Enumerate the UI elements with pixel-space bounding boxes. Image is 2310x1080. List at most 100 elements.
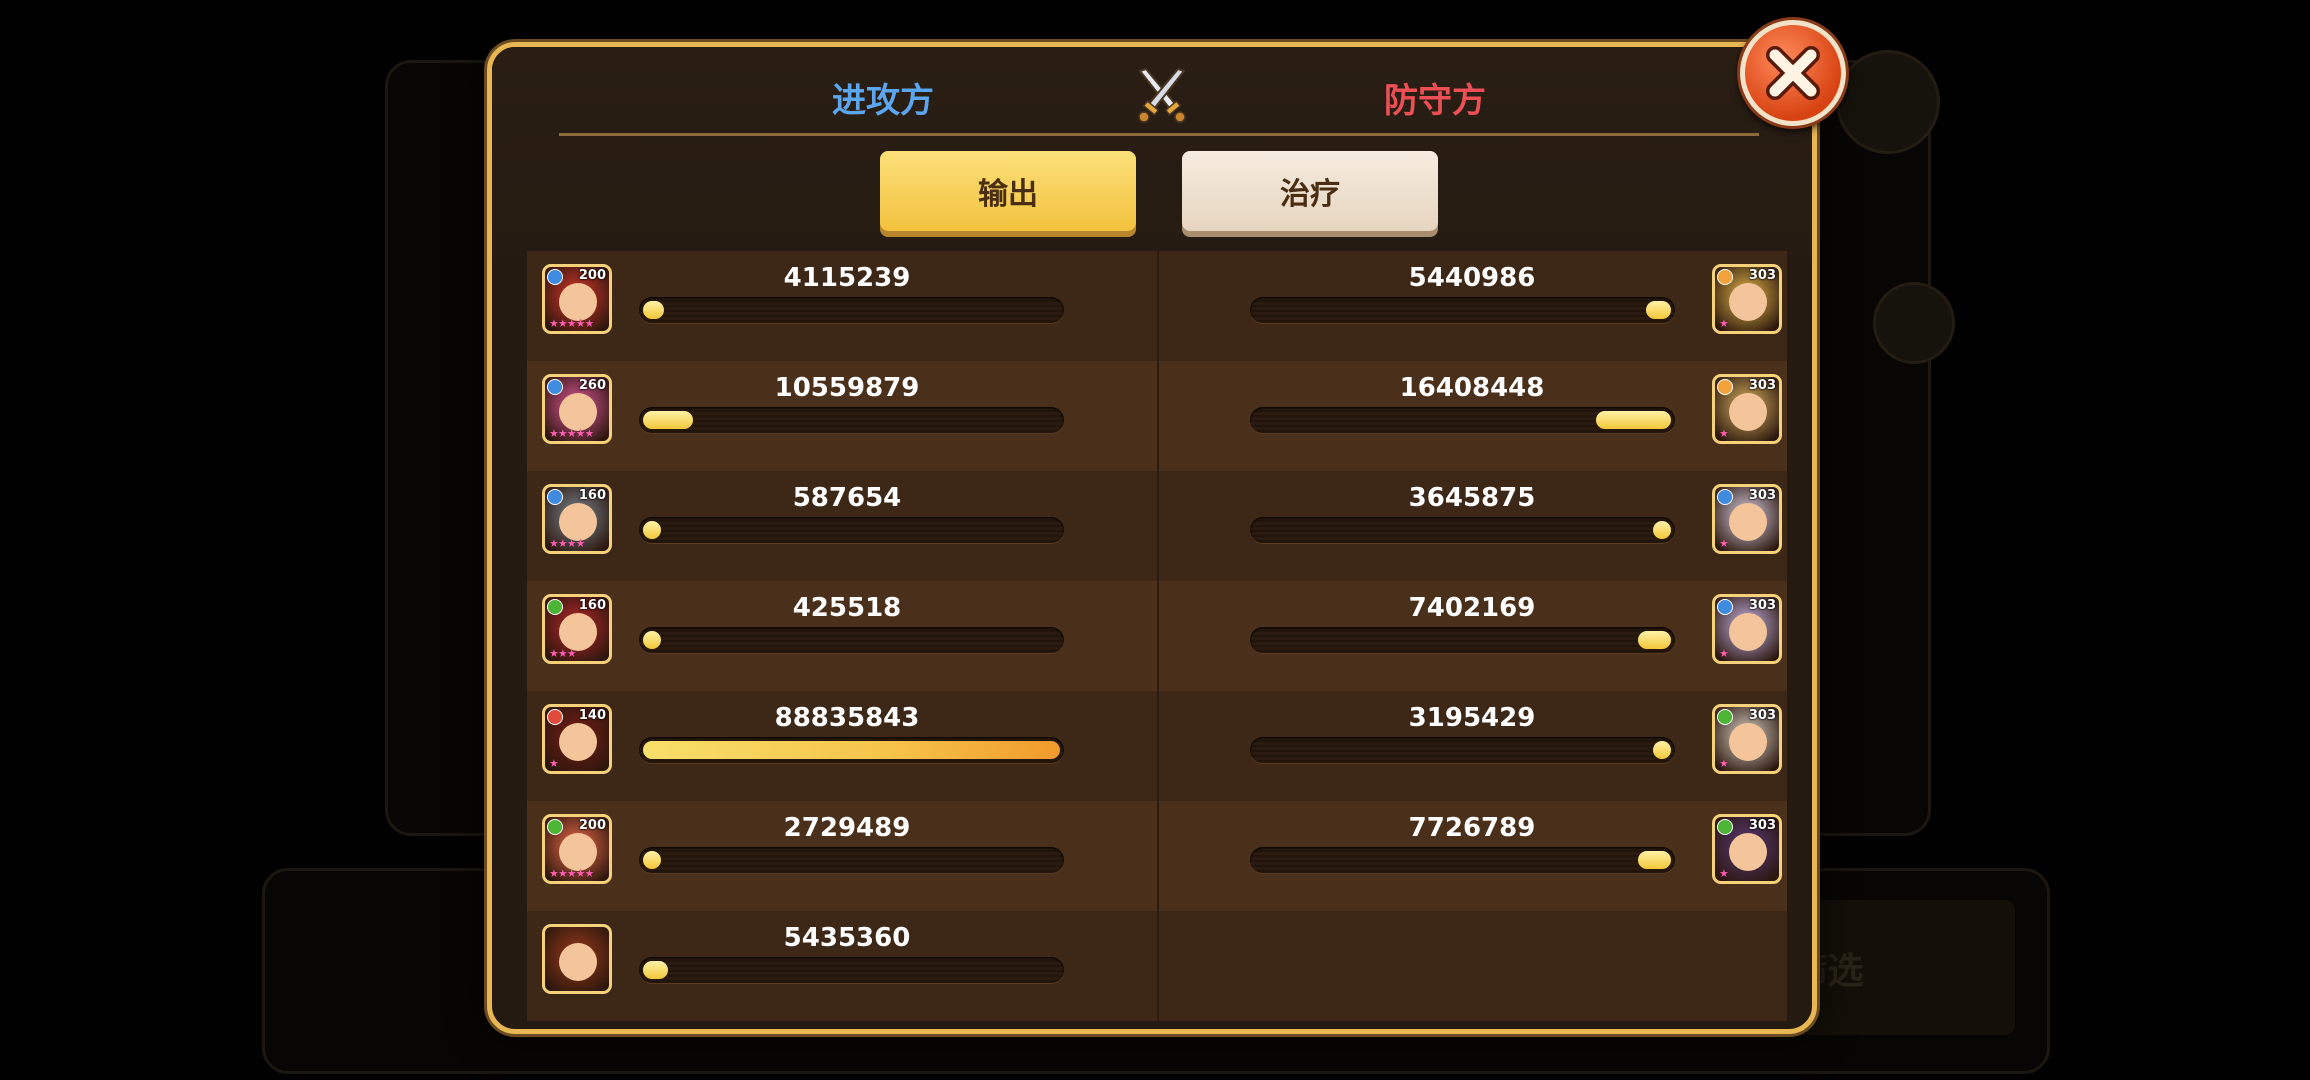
hero-portrait bbox=[1729, 283, 1767, 321]
hero-avatar[interactable] bbox=[542, 924, 612, 994]
hero-avatar[interactable]: 303 ★ bbox=[1712, 484, 1782, 554]
hero-stars: ★★★★★ bbox=[549, 427, 594, 440]
damage-bar bbox=[1250, 627, 1675, 653]
hero-portrait bbox=[559, 503, 597, 541]
damage-bar-fill bbox=[1638, 851, 1671, 869]
faction-icon bbox=[1717, 379, 1733, 395]
hero-portrait bbox=[1729, 833, 1767, 871]
hero-avatar[interactable]: 200 ★★★★★ bbox=[542, 264, 612, 334]
hero-portrait bbox=[559, 723, 597, 761]
faction-icon bbox=[1717, 819, 1733, 835]
hero-level: 303 bbox=[1748, 818, 1776, 833]
damage-bar bbox=[639, 627, 1064, 653]
damage-bar bbox=[1250, 737, 1675, 763]
damage-value: 10559879 bbox=[774, 373, 920, 403]
hero-stars: ★ bbox=[1719, 537, 1729, 550]
hero-avatar[interactable]: 160 ★★★ bbox=[542, 594, 612, 664]
damage-bar bbox=[639, 407, 1064, 433]
hero-avatar[interactable]: 303 ★ bbox=[1712, 264, 1782, 334]
faction-icon bbox=[547, 599, 563, 615]
damage-bar-fill bbox=[643, 631, 661, 649]
crossed-swords-icon bbox=[1138, 67, 1186, 123]
hero-portrait bbox=[1729, 503, 1767, 541]
damage-bar bbox=[639, 957, 1064, 983]
attacker-entry: 260 ★★★★★ 10559879 bbox=[527, 361, 1157, 471]
hero-portrait bbox=[559, 943, 597, 981]
hero-avatar[interactable]: 260 ★★★★★ bbox=[542, 374, 612, 444]
damage-value: 3195429 bbox=[1408, 703, 1536, 733]
attacker-entry: 140 ★ 88835843 bbox=[527, 691, 1157, 801]
faction-icon bbox=[547, 819, 563, 835]
damage-bar-fill bbox=[1646, 301, 1671, 319]
background-list-icon bbox=[1873, 282, 1955, 364]
column-divider bbox=[1157, 251, 1159, 1021]
hero-portrait bbox=[559, 833, 597, 871]
faction-icon bbox=[1717, 489, 1733, 505]
hero-level: 160 bbox=[578, 598, 606, 613]
attacker-entry: 200 ★★★★★ 2729489 bbox=[527, 801, 1157, 911]
hero-stars: ★★★★★ bbox=[549, 317, 594, 330]
damage-bar bbox=[639, 737, 1064, 763]
hero-level: 303 bbox=[1748, 488, 1776, 503]
hero-portrait bbox=[559, 613, 597, 651]
faction-icon bbox=[1717, 709, 1733, 725]
damage-bar-fill bbox=[1638, 631, 1671, 649]
tab-output[interactable]: 输出 bbox=[880, 151, 1136, 231]
close-button[interactable] bbox=[1740, 20, 1846, 126]
attacker-entry: 5435360 bbox=[527, 911, 1157, 1021]
hero-avatar[interactable]: 160 ★★★★ bbox=[542, 484, 612, 554]
damage-bar-fill bbox=[643, 301, 664, 319]
defender-entry: 303 ★ 3195429 bbox=[1157, 691, 1787, 801]
hero-stars: ★★★★★ bbox=[549, 867, 594, 880]
hero-avatar[interactable]: 303 ★ bbox=[1712, 594, 1782, 664]
damage-bar-fill bbox=[1596, 411, 1671, 429]
hero-level: 303 bbox=[1748, 708, 1776, 723]
damage-value: 2729489 bbox=[783, 813, 911, 843]
hero-level: 160 bbox=[578, 488, 606, 503]
modal-header: 进攻方 防守方 输出 治疗 bbox=[492, 47, 1812, 257]
damage-bar bbox=[1250, 517, 1675, 543]
attacker-entry: 160 ★★★★ 587654 bbox=[527, 471, 1157, 581]
attacker-entry: 200 ★★★★★ 4115239 bbox=[527, 251, 1157, 361]
defender-title: 防守方 bbox=[1384, 81, 1486, 121]
damage-value: 7726789 bbox=[1408, 813, 1536, 843]
hero-avatar[interactable]: 200 ★★★★★ bbox=[542, 814, 612, 884]
tab-heal[interactable]: 治疗 bbox=[1182, 151, 1438, 231]
damage-bar bbox=[639, 517, 1064, 543]
faction-icon bbox=[1717, 269, 1733, 285]
hero-stars: ★★★★ bbox=[549, 537, 585, 550]
hero-stars: ★ bbox=[549, 757, 559, 770]
faction-icon bbox=[547, 379, 563, 395]
faction-icon bbox=[547, 489, 563, 505]
hero-stars: ★ bbox=[1719, 317, 1729, 330]
damage-bar-fill bbox=[643, 411, 693, 429]
hero-avatar[interactable]: 303 ★ bbox=[1712, 814, 1782, 884]
hero-avatar[interactable]: 303 ★ bbox=[1712, 374, 1782, 444]
damage-bar-fill bbox=[643, 961, 668, 979]
battle-stats-modal: 进攻方 防守方 输出 治疗 200 ★★★★★ 4115239 303 ★ 5440986… bbox=[487, 42, 1817, 1034]
hero-avatar[interactable]: 303 ★ bbox=[1712, 704, 1782, 774]
hero-level: 200 bbox=[578, 268, 606, 283]
damage-value: 5435360 bbox=[783, 923, 911, 953]
hero-portrait bbox=[559, 393, 597, 431]
hero-level: 303 bbox=[1748, 268, 1776, 283]
defender-entry: 303 ★ 16408448 bbox=[1157, 361, 1787, 471]
damage-bar-fill bbox=[643, 851, 661, 869]
defender-entry: 303 ★ 7402169 bbox=[1157, 581, 1787, 691]
hero-stars: ★ bbox=[1719, 757, 1729, 770]
faction-icon bbox=[547, 269, 563, 285]
hero-stars: ★ bbox=[1719, 647, 1729, 660]
hero-level: 303 bbox=[1748, 598, 1776, 613]
close-icon bbox=[1766, 46, 1820, 100]
damage-value: 587654 bbox=[792, 483, 902, 513]
hero-stars: ★ bbox=[1719, 427, 1729, 440]
hero-portrait bbox=[559, 283, 597, 321]
damage-bar bbox=[1250, 297, 1675, 323]
header-divider bbox=[559, 133, 1759, 136]
damage-bar bbox=[1250, 847, 1675, 873]
damage-value: 3645875 bbox=[1408, 483, 1536, 513]
defender-entry: 303 ★ 7726789 bbox=[1157, 801, 1787, 911]
damage-value: 4115239 bbox=[783, 263, 911, 293]
hero-level: 303 bbox=[1748, 378, 1776, 393]
hero-avatar[interactable]: 140 ★ bbox=[542, 704, 612, 774]
